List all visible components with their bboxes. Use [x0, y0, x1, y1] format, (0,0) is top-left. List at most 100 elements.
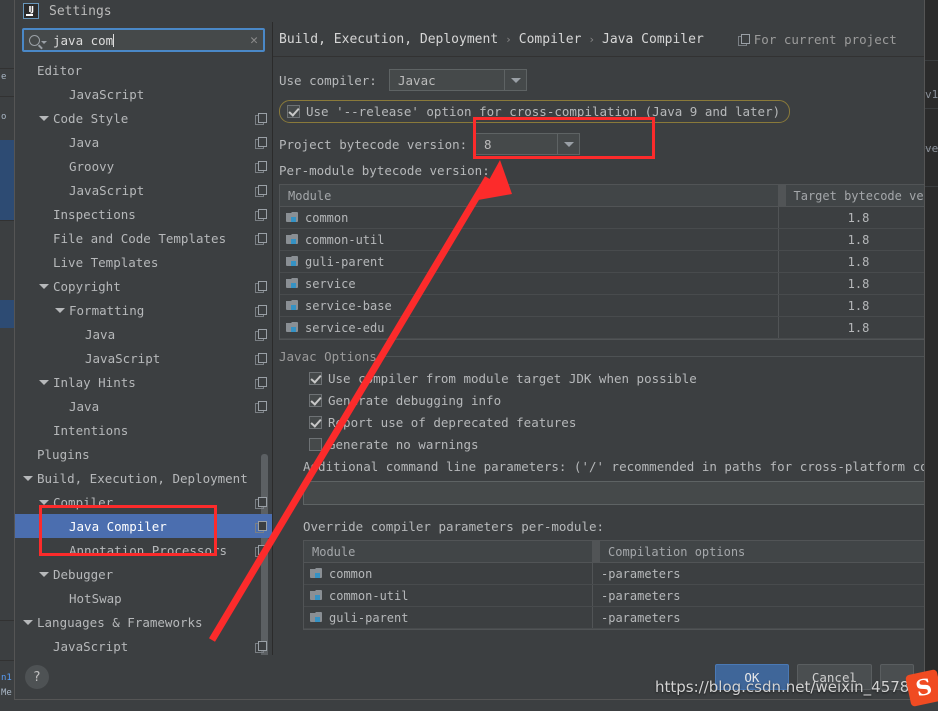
column-header-module[interactable]: Module [280, 185, 778, 206]
sidebar-item-label: Languages & Frameworks [37, 614, 203, 630]
table-row[interactable]: common-util -parameters [304, 585, 924, 607]
chevron-down-icon[interactable] [39, 379, 49, 385]
sidebar-item-code-style[interactable]: Code Style [15, 106, 272, 130]
copy-icon[interactable] [255, 136, 267, 149]
chevron-down-icon[interactable] [23, 475, 33, 481]
copy-icon[interactable] [255, 400, 267, 413]
javac-option-label: Generate debugging info [328, 393, 502, 408]
copy-icon[interactable] [255, 328, 267, 341]
sidebar-item-hotswap[interactable]: HotSwap [15, 586, 272, 610]
copy-icon[interactable] [255, 520, 267, 533]
chevron-down-icon[interactable] [39, 115, 49, 121]
sidebar-item-debugger[interactable]: Debugger [15, 562, 272, 586]
project-bytecode-label: Project bytecode version: [279, 136, 468, 152]
chevron-down-icon[interactable] [55, 307, 65, 313]
column-header-module[interactable]: Module [304, 541, 592, 562]
breadcrumb-part-1[interactable]: Build, Execution, Deployment [279, 32, 498, 47]
help-button[interactable]: ? [25, 665, 49, 689]
javac-option-row: Generate debugging info [309, 393, 924, 408]
chevron-down-icon[interactable] [39, 283, 49, 289]
sidebar-item-label: JavaScript [53, 638, 129, 654]
sidebar-item-compiler[interactable]: Compiler [15, 490, 272, 514]
sidebar-item-java[interactable]: Java [15, 322, 272, 346]
sidebar-item-java[interactable]: Java [15, 394, 272, 418]
sidebar-item-intentions[interactable]: Intentions [15, 418, 272, 442]
background-divider [925, 60, 938, 61]
sidebar-item-java-compiler[interactable]: Java Compiler [15, 514, 272, 538]
sidebar-item-javascript[interactable]: JavaScript [15, 82, 272, 106]
sidebar-item-formatting[interactable]: Formatting [15, 298, 272, 322]
column-header-compilation-options[interactable]: Compilation options [600, 541, 924, 562]
additional-params-label: Additional command line parameters: ('/'… [303, 459, 924, 474]
sidebar-item-label: Inspections [53, 206, 136, 222]
chevron-down-icon[interactable] [23, 619, 33, 625]
copy-icon[interactable] [255, 304, 267, 317]
copy-icon[interactable] [255, 544, 267, 557]
sidebar-item-javascript[interactable]: JavaScript [15, 178, 272, 202]
sidebar-item-label: Intentions [53, 422, 129, 438]
sidebar-item-live-templates[interactable]: Live Templates [15, 250, 272, 274]
copy-icon[interactable] [255, 496, 267, 509]
copy-icon[interactable] [255, 232, 267, 245]
module-name: service-edu [305, 320, 385, 335]
table-row[interactable]: guli-parent -parameters [304, 607, 924, 629]
project-bytecode-select[interactable]: 8 [475, 133, 580, 155]
chevron-down-icon[interactable] [39, 571, 49, 577]
breadcrumb-part-3[interactable]: Java Compiler [602, 32, 704, 47]
use-compiler-select[interactable]: Javac [389, 69, 527, 91]
sidebar-item-file-and-code-templates[interactable]: File and Code Templates [15, 226, 272, 250]
sidebar-item-inspections[interactable]: Inspections [15, 202, 272, 226]
override-params-table[interactable]: Module Compilation options common -parame… [303, 540, 924, 630]
sidebar-item-groovy[interactable]: Groovy [15, 154, 272, 178]
javac-option-checkbox[interactable] [309, 416, 322, 429]
table-row[interactable]: guli-parent 1.8 [280, 251, 924, 273]
javac-option-checkbox[interactable] [309, 438, 322, 451]
copy-icon[interactable] [255, 112, 267, 125]
chevron-down-icon[interactable] [504, 70, 526, 90]
sidebar-item-build-execution-deployment[interactable]: Build, Execution, Deployment [15, 466, 272, 490]
additional-params-input[interactable] [303, 481, 924, 505]
javac-option-label: Use compiler from module target JDK when… [328, 371, 697, 386]
sidebar-item-annotation-processors[interactable]: Annotation Processors [15, 538, 272, 562]
search-icon [29, 34, 40, 46]
copy-icon[interactable] [255, 208, 267, 221]
dialog-title: Settings [49, 3, 112, 19]
sidebar-item-inlay-hints[interactable]: Inlay Hints [15, 370, 272, 394]
table-row[interactable]: common -parameters [304, 563, 924, 585]
clear-icon[interactable]: ✕ [250, 34, 258, 47]
javac-options-group: Javac Options [279, 349, 924, 364]
sidebar-item-java[interactable]: Java [15, 130, 272, 154]
column-header-target[interactable]: Target bytecode vers [786, 185, 925, 206]
chevron-down-icon[interactable] [557, 134, 579, 154]
release-option-row: Use '--release' option for cross-compila… [279, 100, 924, 123]
javac-option-checkbox[interactable] [309, 394, 322, 407]
settings-tree[interactable]: Editor JavaScript Code Style Java Groovy Java… [15, 56, 272, 655]
sidebar-item-javascript[interactable]: JavaScript [15, 634, 272, 655]
background-right-column [925, 0, 938, 711]
sidebar-item-label: Groovy [69, 158, 115, 174]
module-icon [286, 278, 299, 289]
chevron-down-icon[interactable] [39, 499, 49, 505]
per-module-bytecode-table[interactable]: Module Target bytecode vers common 1.8 com… [279, 184, 924, 340]
sidebar-item-javascript[interactable]: JavaScript [15, 346, 272, 370]
sidebar-item-plugins[interactable]: Plugins [15, 442, 272, 466]
sidebar-item-copyright[interactable]: Copyright [15, 274, 272, 298]
table-row[interactable]: common-util 1.8 [280, 229, 924, 251]
text-caret [113, 33, 115, 47]
javac-option-checkbox[interactable] [309, 372, 322, 385]
copy-icon[interactable] [255, 184, 267, 197]
table-row[interactable]: service 1.8 [280, 273, 924, 295]
release-option-checkbox[interactable] [287, 105, 300, 118]
copy-icon[interactable] [255, 640, 267, 653]
search-input[interactable]: java com ✕ [22, 28, 265, 52]
copy-icon[interactable] [255, 280, 267, 293]
breadcrumb-part-2[interactable]: Compiler [519, 32, 582, 47]
sidebar-item-editor[interactable]: Editor [15, 58, 272, 82]
table-row[interactable]: service-base 1.8 [280, 295, 924, 317]
copy-icon[interactable] [255, 160, 267, 173]
copy-icon[interactable] [255, 352, 267, 365]
table-row[interactable]: service-edu 1.8 [280, 317, 924, 339]
table-row[interactable]: common 1.8 [280, 207, 924, 229]
sidebar-item-languages-frameworks[interactable]: Languages & Frameworks [15, 610, 272, 634]
copy-icon[interactable] [255, 376, 267, 389]
